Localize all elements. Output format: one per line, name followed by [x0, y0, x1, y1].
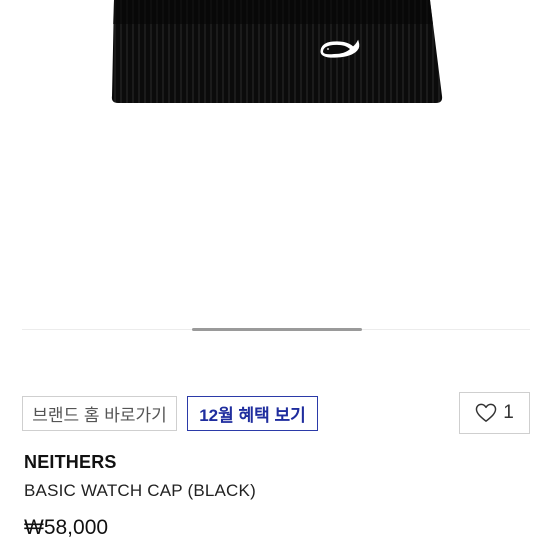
brand-home-label: 브랜드 홈 바로가기 [32, 406, 167, 425]
product-name: BASIC WATCH CAP (BLACK) [24, 481, 256, 500]
brand-name[interactable]: NEITHERS [24, 452, 117, 473]
like-count: 1 [503, 402, 514, 423]
december-benefit-button[interactable]: 12월 혜택 보기 [187, 396, 318, 431]
heart-icon [475, 403, 497, 423]
carousel-indicator[interactable] [192, 328, 362, 331]
december-benefit-label: 12월 혜택 보기 [199, 406, 306, 425]
brand-home-button[interactable]: 브랜드 홈 바로가기 [22, 396, 177, 431]
product-price: ₩58,000 [24, 516, 109, 539]
like-button[interactable]: 1 [459, 392, 530, 434]
beanie-image [111, 0, 443, 103]
product-image[interactable] [0, 0, 554, 320]
